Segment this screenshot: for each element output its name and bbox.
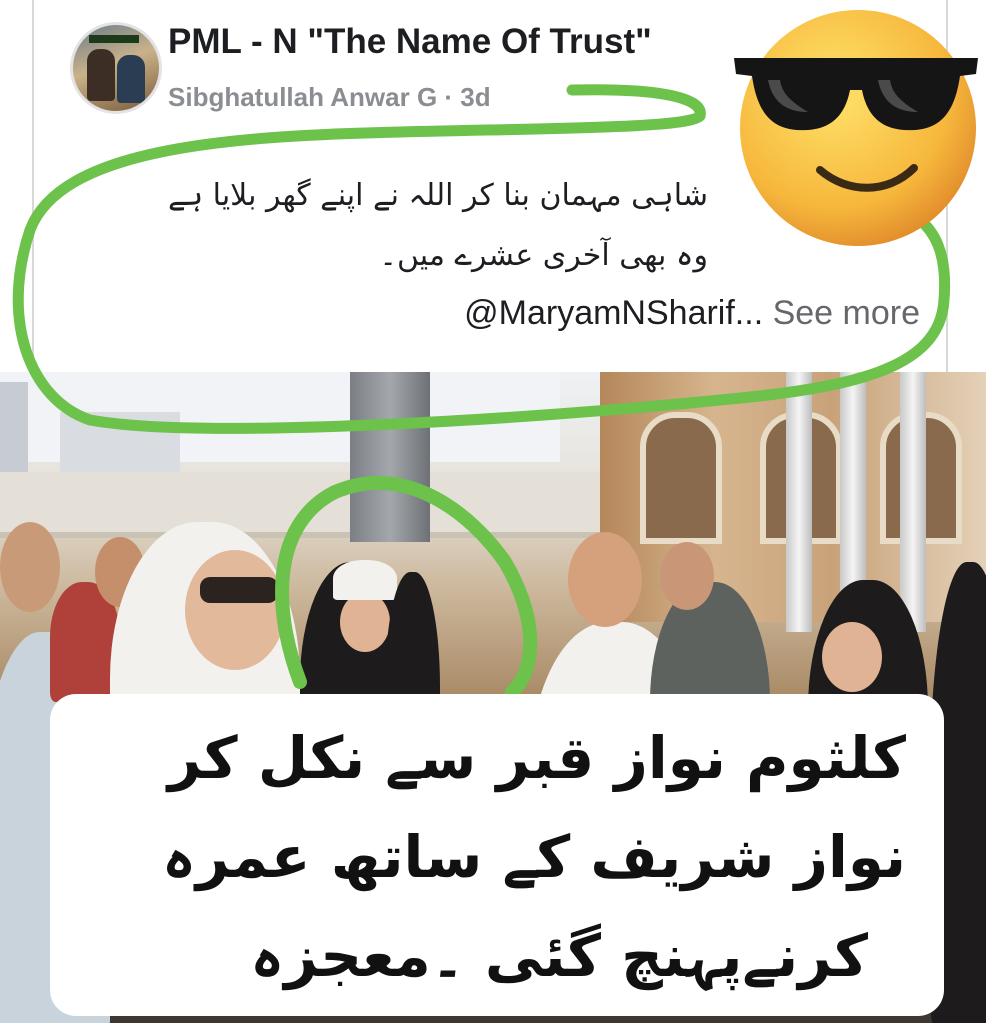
caption-line: کرنےپہنچ گئی ۔معجزہ — [250, 922, 868, 990]
face — [0, 522, 60, 612]
caption-line: کلثوم نواز قبر سے نکل کر — [167, 724, 906, 792]
caption-line: نواز شریف کے ساتھ عمرہ — [161, 823, 906, 891]
face — [568, 532, 642, 627]
sunglasses — [200, 577, 278, 603]
face — [340, 592, 390, 652]
face — [822, 622, 882, 692]
sunglasses-face-icon — [734, 10, 978, 246]
face — [185, 550, 285, 670]
face — [660, 542, 714, 610]
white-headband — [333, 560, 397, 600]
